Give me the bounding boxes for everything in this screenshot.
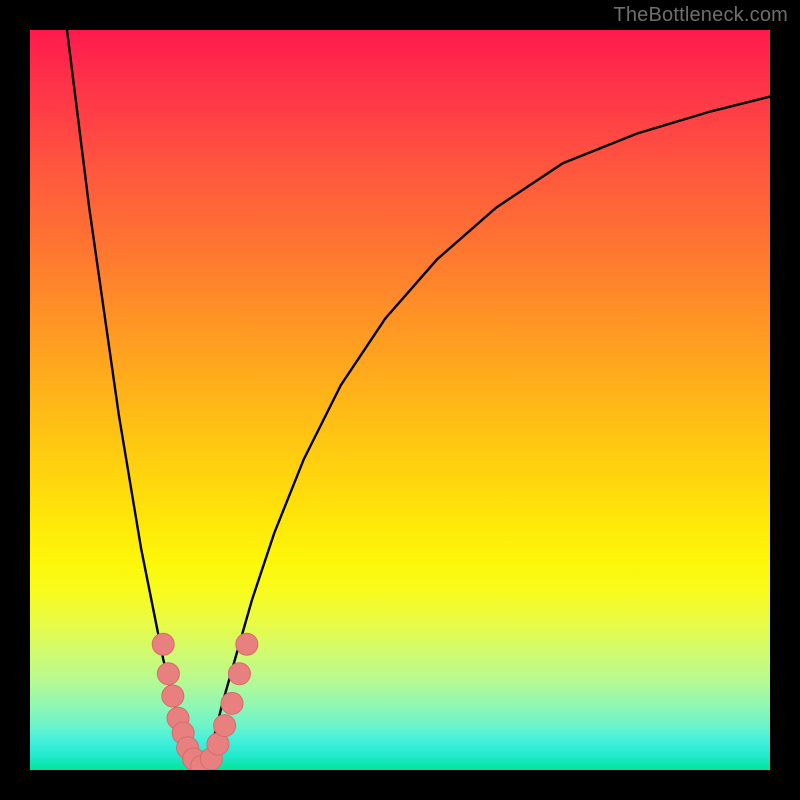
data-marker bbox=[152, 633, 174, 655]
data-marker bbox=[236, 633, 258, 655]
curve-right-branch bbox=[200, 97, 770, 770]
data-marker bbox=[228, 663, 250, 685]
chart-svg bbox=[30, 30, 770, 770]
data-marker bbox=[157, 663, 179, 685]
chart-frame: TheBottleneck.com bbox=[0, 0, 800, 800]
data-marker bbox=[162, 685, 184, 707]
plot-area bbox=[30, 30, 770, 770]
curve-left-branch bbox=[67, 30, 200, 770]
watermark-text: TheBottleneck.com bbox=[613, 4, 788, 27]
marker-layer bbox=[152, 633, 258, 770]
data-marker bbox=[214, 715, 236, 737]
data-marker bbox=[221, 692, 243, 714]
